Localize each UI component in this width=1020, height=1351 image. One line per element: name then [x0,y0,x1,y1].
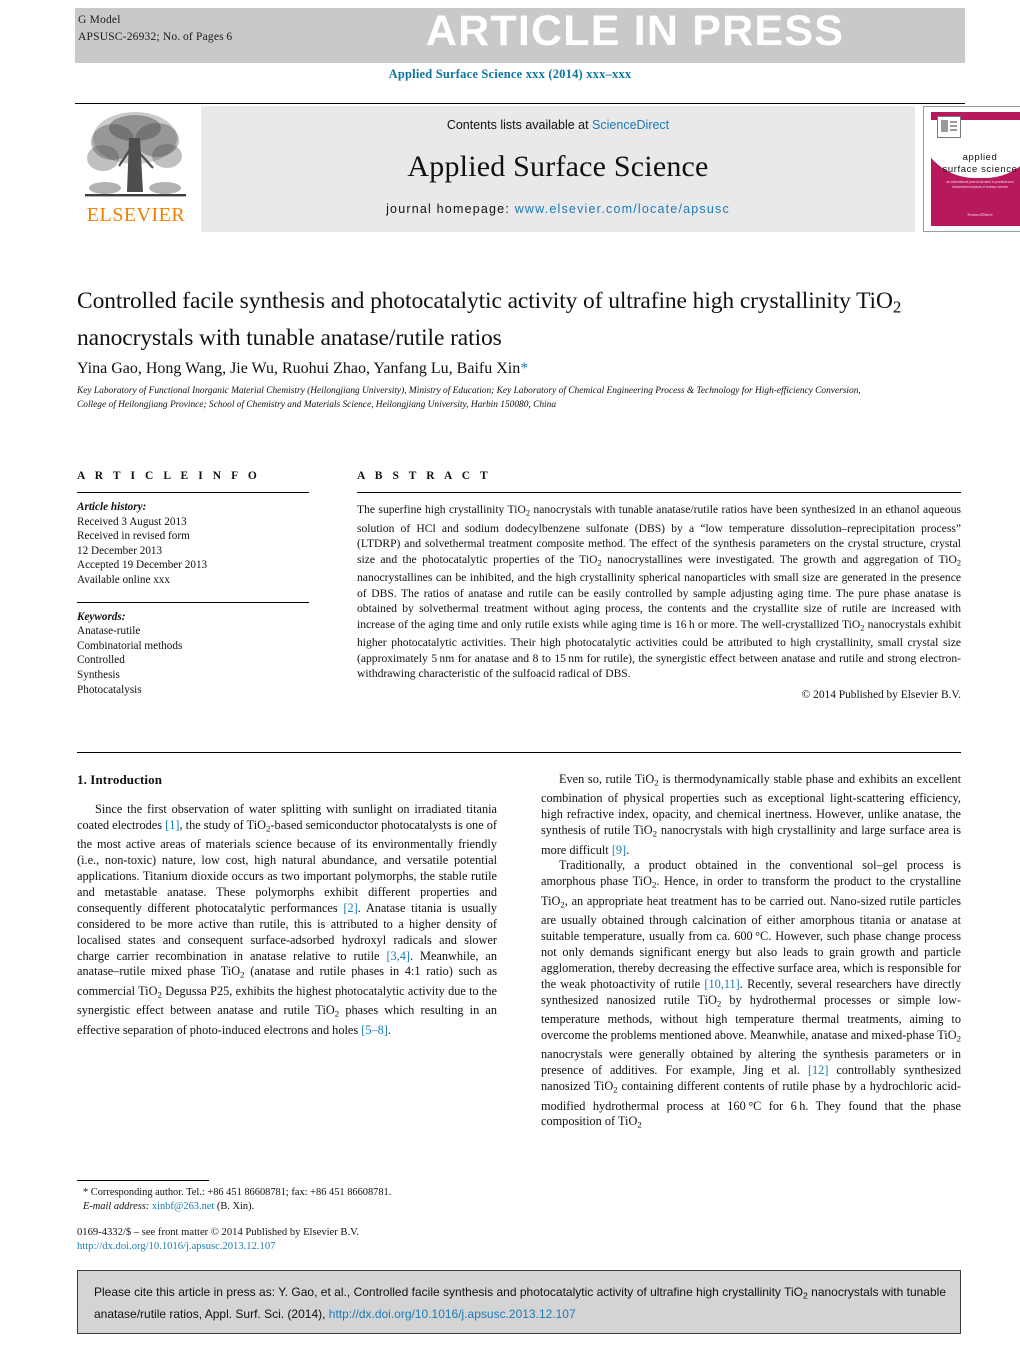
elsevier-tree-icon [85,112,186,197]
journal-reference-line: Applied Surface Science xxx (2014) xxx–x… [388,67,632,81]
article-history-label: Article history: [77,501,147,513]
article-info-rule [77,492,309,493]
g-model-block: G Model APSUSC-26932; No. of Pages 6 [78,12,318,45]
page-title: Controlled facile synthesis and photocat… [77,288,902,351]
cite-this-article-box: Please cite this article in press as: Y.… [77,1270,961,1334]
g-model-label: G Model [78,14,121,26]
intro-paragraph-3: Traditionally, a product obtained in the… [541,858,962,1130]
article-in-press-title: ARTICLE IN PRESS [425,7,845,55]
keyword-item: Controlled [77,654,125,667]
cite-prefix: Please cite this article in press as: Y.… [94,1285,803,1299]
citation-link[interactable]: [1] [165,818,179,832]
intro-paragraph-2: Even so, rutile TiO2 is thermodynamicall… [541,772,961,857]
email-link[interactable]: xinbf@263.net [152,1201,214,1212]
history-item: Received in revised form [77,530,190,543]
footnote-block: * Corresponding author. Tel.: +86 451 86… [77,1186,497,1214]
author-names: Yina Gao, Hong Wang, Jie Wu, Ruohui Zhao… [77,360,521,377]
cover-title-line1: applied [962,152,998,163]
masthead: ELSEVIER Contents lists available at Sci… [75,106,1020,232]
homepage-url-link[interactable]: www.elsevier.com/locate/apsusc [515,202,730,216]
keyword-item: Combinatorial methods [77,639,183,652]
history-item: 12 December 2013 [77,544,163,557]
article-history-block: Article history: Received 3 August 2013 … [77,500,309,588]
sciencedirect-link[interactable]: ScienceDirect [592,118,669,132]
journal-homepage-line: journal homepage: www.elsevier.com/locat… [201,202,915,216]
keywords-rule [77,601,309,603]
corresponding-author-note: * Corresponding author. Tel.: +86 451 86… [83,1187,392,1198]
body-separator-rule [77,752,961,753]
abstract-text: The superfine high crystallinity TiO2 na… [357,503,962,681]
keyword-item: Photocatalysis [77,683,142,696]
footnote-rule [77,1180,209,1181]
keyword-item: Anatase-rutile [77,625,141,638]
keyword-item: Synthesis [77,668,120,681]
paper-page: G Model APSUSC-26932; No. of Pages 6 ART… [0,0,1020,1351]
article-info-heading: A R T I C L E I N F O [77,470,261,482]
citation-link[interactable]: [5–8] [361,1023,388,1037]
abstract-heading: A B S T R A C T [357,470,492,482]
section-heading-introduction: 1. Introduction [77,772,163,787]
issn-line: 0169-4332/$ – see front matter © 2014 Pu… [77,1227,360,1238]
journal-cover-thumbnail: applied surface science an international… [923,106,1020,232]
citation-link[interactable]: [2] [343,901,357,915]
abstract-copyright: © 2014 Published by Elsevier B.V. [801,689,961,702]
intro-paragraph-1: Since the first observation of water spl… [77,801,497,1037]
keywords-label: Keywords: [77,610,126,623]
article-info-column: A R T I C L E I N F O Article history: R… [77,470,309,697]
journal-title: Applied Surface Science [407,150,709,183]
email-note: E-mail address: xinbf@263.net (B. Xin). [77,1200,497,1214]
cite-this-article-text: Please cite this article in press as: Y.… [94,1283,946,1324]
cover-footer-label: ScienceDirect [967,212,993,217]
masthead-top-rule [75,103,965,104]
corresponding-author-marker: * [520,360,529,377]
email-owner: (B. Xin). [216,1201,255,1212]
author-list: Yina Gao, Hong Wang, Jie Wu, Ruohui Zhao… [77,358,957,380]
history-item: Accepted 19 December 2013 [77,559,208,572]
journal-cover-art: applied surface science an international… [931,112,1020,226]
homepage-label: journal homepage: [386,202,515,216]
abstract-rule [357,492,961,493]
cover-journal-title: applied surface science [931,152,1020,176]
elsevier-logo: ELSEVIER [75,106,195,232]
contents-prefix: Contents lists available at [446,118,593,132]
keywords-block: Keywords: Anatase-rutile Combinatorial m… [77,610,309,698]
cover-elsevier-icon [937,116,961,138]
citation-link[interactable]: [10,11] [704,977,739,991]
history-item: Received 3 August 2013 [77,515,187,528]
issn-block: 0169-4332/$ – see front matter © 2014 Pu… [77,1226,537,1254]
cover-title-line2: surface science [942,164,1018,175]
masthead-box: Contents lists available at ScienceDirec… [201,106,915,232]
body-column-left: 1. Introduction Since the first observat… [77,772,497,1038]
abstract-column: A B S T R A C T The superfine high cryst… [357,470,961,701]
doi-link[interactable]: http://dx.doi.org/10.1016/j.apsusc.2013.… [77,1240,537,1254]
citation-link[interactable]: [3,4] [386,949,410,963]
affiliation-text: Key Laboratory of Functional Inorganic M… [77,386,861,410]
elsevier-wordmark: ELSEVIER [86,204,186,226]
cite-doi-link[interactable]: http://dx.doi.org/10.1016/j.apsusc.2013.… [329,1307,576,1321]
body-column-right: Even so, rutile TiO2 is thermodynamicall… [541,772,961,1134]
history-item: Available online xxx [77,573,170,586]
article-number-label: APSUSC-26932; No. of Pages 6 [78,30,233,43]
citation-link[interactable]: [12] [808,1063,829,1077]
contents-list-line: Contents lists available at ScienceDirec… [201,118,915,132]
cover-subtitle: an international journal devoted to prac… [946,180,1014,189]
email-label: E-mail address: [83,1201,150,1212]
citation-link[interactable]: [9] [612,843,626,857]
